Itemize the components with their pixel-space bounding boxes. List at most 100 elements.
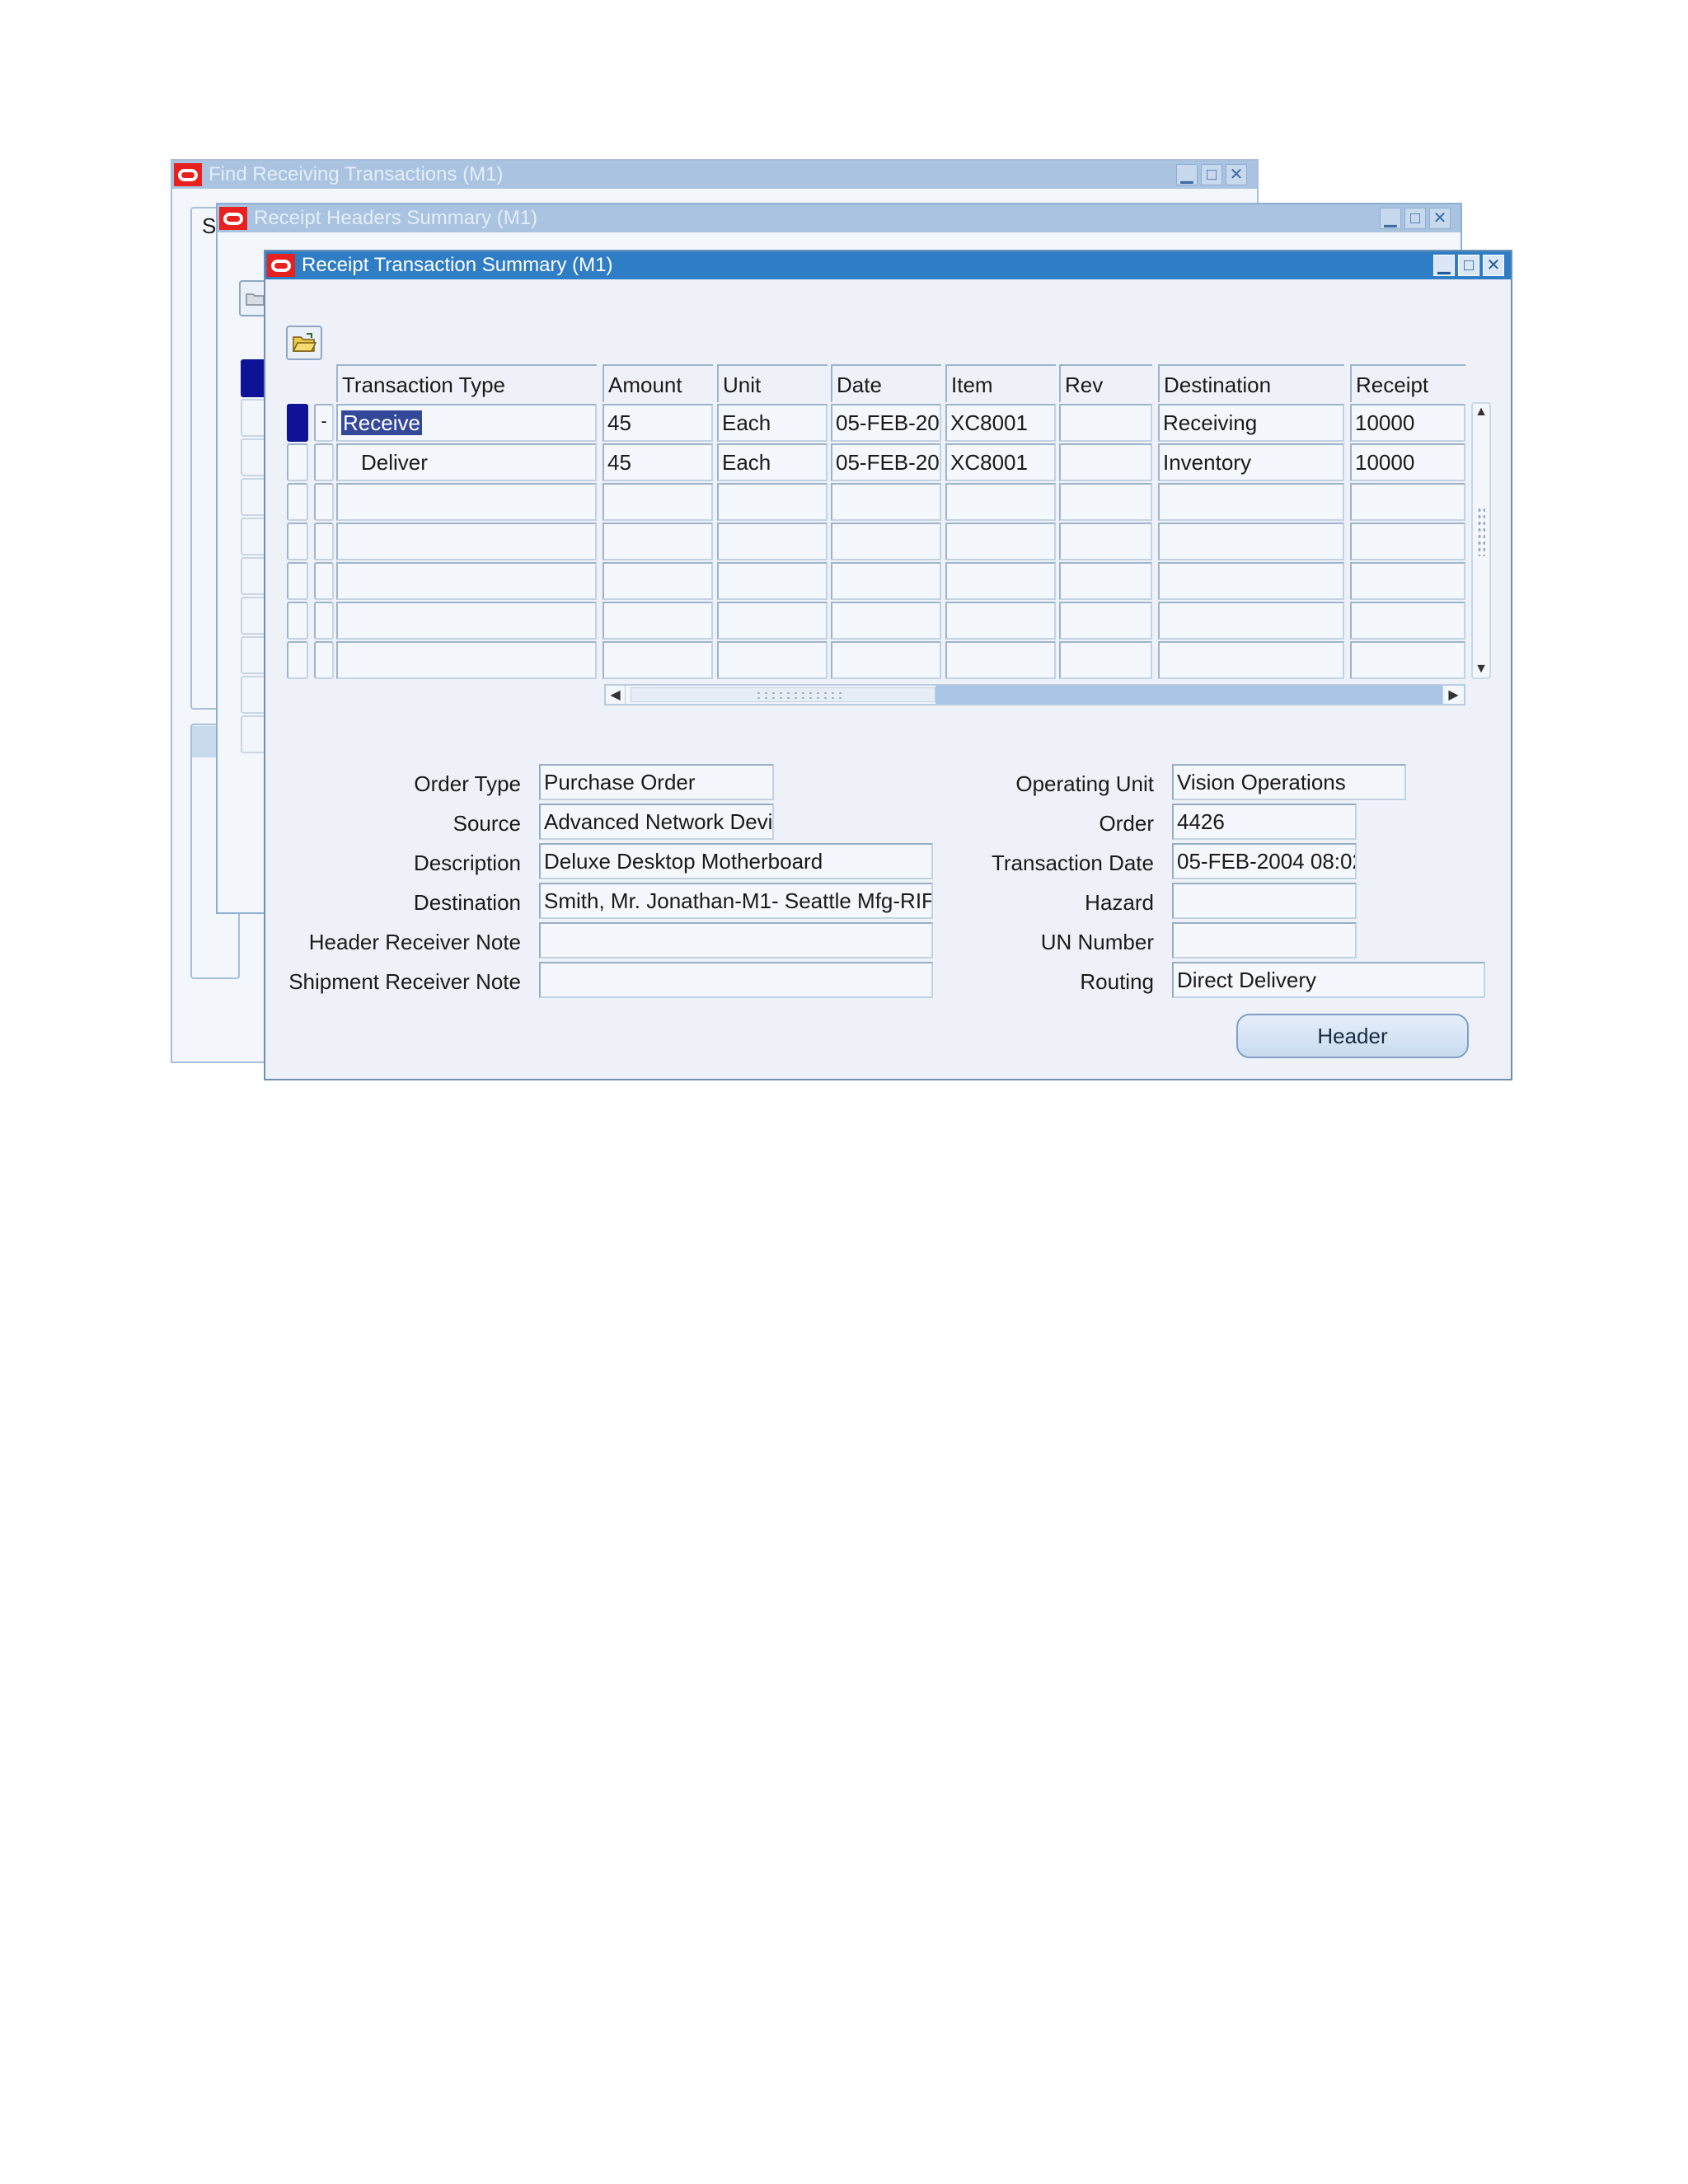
cell-item[interactable] xyxy=(945,523,1056,560)
expand-collapse-toggle[interactable]: - xyxy=(314,404,334,442)
cell-destination[interactable] xyxy=(1158,641,1344,679)
expand-collapse-toggle[interactable] xyxy=(314,443,334,481)
cell-receipt[interactable] xyxy=(1350,641,1465,679)
cell-transaction-type[interactable] xyxy=(336,641,597,679)
row-selector[interactable] xyxy=(287,443,308,481)
row-selector[interactable] xyxy=(287,483,308,521)
cell-date[interactable] xyxy=(831,641,941,679)
cell-unit[interactable]: Each xyxy=(717,404,828,442)
cell-date[interactable] xyxy=(831,523,941,560)
minimize-icon[interactable]: ▁ xyxy=(1380,208,1401,229)
cell-date[interactable] xyxy=(831,483,941,521)
cell-amount[interactable] xyxy=(603,602,713,640)
cell-unit[interactable] xyxy=(717,641,828,679)
header-receiver-note-field[interactable] xyxy=(539,922,933,958)
cell-destination[interactable]: Inventory xyxy=(1158,443,1344,481)
cell-destination[interactable] xyxy=(1158,523,1344,560)
maximize-icon[interactable]: □ xyxy=(1458,255,1479,276)
horizontal-scrollbar[interactable]: ◀ ▶ xyxy=(604,684,1465,705)
expand-collapse-toggle[interactable] xyxy=(314,641,334,679)
cell-transaction-type[interactable] xyxy=(336,483,597,521)
cell-destination[interactable]: Receiving xyxy=(1158,404,1344,442)
main-window-titlebar[interactable]: Receipt Transaction Summary (M1) ▁ □ ✕ xyxy=(265,251,1511,279)
cell-amount[interactable]: 45 xyxy=(603,404,713,442)
cell-destination[interactable] xyxy=(1158,562,1344,600)
cell-item[interactable] xyxy=(945,562,1056,600)
header-button[interactable]: Header xyxy=(1236,1014,1469,1058)
cell-receipt[interactable] xyxy=(1350,602,1465,640)
cell-unit[interactable] xyxy=(717,602,828,640)
cell-item[interactable] xyxy=(945,483,1056,521)
cell-rev[interactable] xyxy=(1059,483,1152,521)
close-icon[interactable]: ✕ xyxy=(1226,164,1247,185)
open-folder-button[interactable] xyxy=(286,326,322,360)
cell-transaction-type[interactable] xyxy=(336,562,597,600)
scroll-down-arrow-icon[interactable]: ▼ xyxy=(1473,661,1489,677)
scroll-right-arrow-icon[interactable]: ▶ xyxy=(1442,686,1464,704)
cell-rev[interactable] xyxy=(1059,443,1152,481)
transaction-date-field[interactable]: 05-FEB-2004 08:02 xyxy=(1172,843,1357,879)
cell-amount[interactable] xyxy=(603,483,713,521)
cell-receipt[interactable] xyxy=(1350,523,1465,560)
cell-amount[interactable] xyxy=(603,562,713,600)
order-type-field[interactable]: Purchase Order xyxy=(539,764,774,800)
cell-receipt[interactable]: 10000 xyxy=(1350,404,1465,442)
cell-item[interactable]: XC8001 xyxy=(945,404,1056,442)
cell-receipt[interactable] xyxy=(1350,483,1465,521)
un-number-field[interactable] xyxy=(1172,922,1357,958)
cell-date[interactable]: 05-FEB-20 xyxy=(831,443,941,481)
row-selector[interactable] xyxy=(287,562,308,600)
maximize-icon[interactable]: □ xyxy=(1201,164,1222,185)
row-selector[interactable] xyxy=(287,602,308,640)
cell-rev[interactable] xyxy=(1059,562,1152,600)
horizontal-scroll-track[interactable] xyxy=(935,686,1442,704)
cell-unit[interactable] xyxy=(717,523,828,560)
close-icon[interactable]: ✕ xyxy=(1429,208,1451,229)
cell-date[interactable] xyxy=(831,562,941,600)
cell-unit[interactable]: Each xyxy=(717,443,828,481)
cell-transaction-type[interactable] xyxy=(336,602,597,640)
row-selector[interactable] xyxy=(287,404,308,442)
cell-date[interactable]: 05-FEB-20 xyxy=(831,404,941,442)
order-field[interactable]: 4426 xyxy=(1172,804,1357,840)
cell-receipt[interactable]: 10000 xyxy=(1350,443,1465,481)
expand-collapse-toggle[interactable] xyxy=(314,602,334,640)
maximize-icon[interactable]: □ xyxy=(1404,208,1426,229)
scroll-grip-icon[interactable] xyxy=(1477,507,1485,556)
find-window-titlebar[interactable]: Find Receiving Transactions (M1) ▁ □ ✕ xyxy=(172,161,1257,189)
cell-transaction-type[interactable]: Receive xyxy=(336,404,597,442)
cell-receipt[interactable] xyxy=(1350,562,1465,600)
vertical-scrollbar[interactable]: ▲ ▼ xyxy=(1471,402,1491,679)
cell-destination[interactable] xyxy=(1158,483,1344,521)
destination-field[interactable]: Smith, Mr. Jonathan-M1- Seattle Mfg-RIF xyxy=(539,883,933,919)
cell-rev[interactable] xyxy=(1059,523,1152,560)
cell-item[interactable] xyxy=(945,602,1056,640)
expand-collapse-toggle[interactable] xyxy=(314,562,334,600)
minimize-icon[interactable]: ▁ xyxy=(1433,255,1455,276)
shipment-receiver-note-field[interactable] xyxy=(539,962,933,998)
cell-transaction-type[interactable] xyxy=(336,523,597,560)
hazard-field[interactable] xyxy=(1172,883,1357,919)
cell-item[interactable]: XC8001 xyxy=(945,443,1056,481)
headers-window-titlebar[interactable]: Receipt Headers Summary (M1) ▁ □ ✕ xyxy=(218,204,1461,232)
cell-destination[interactable] xyxy=(1158,602,1344,640)
cell-rev[interactable] xyxy=(1059,404,1152,442)
close-icon[interactable]: ✕ xyxy=(1483,255,1504,276)
cell-transaction-type[interactable]: Deliver xyxy=(336,443,597,481)
row-selector[interactable] xyxy=(287,523,308,560)
horizontal-scroll-thumb[interactable] xyxy=(631,687,935,702)
cell-amount[interactable] xyxy=(603,523,713,560)
expand-collapse-toggle[interactable] xyxy=(314,523,334,560)
cell-amount[interactable]: 45 xyxy=(603,443,713,481)
cell-date[interactable] xyxy=(831,602,941,640)
cell-rev[interactable] xyxy=(1059,641,1152,679)
cell-unit[interactable] xyxy=(717,562,828,600)
cell-rev[interactable] xyxy=(1059,602,1152,640)
scroll-up-arrow-icon[interactable]: ▲ xyxy=(1473,404,1489,420)
cell-unit[interactable] xyxy=(717,483,828,521)
row-selector[interactable] xyxy=(287,641,308,679)
expand-collapse-toggle[interactable] xyxy=(314,483,334,521)
cell-item[interactable] xyxy=(945,641,1056,679)
routing-field[interactable]: Direct Delivery xyxy=(1172,962,1485,998)
minimize-icon[interactable]: ▁ xyxy=(1176,164,1198,185)
